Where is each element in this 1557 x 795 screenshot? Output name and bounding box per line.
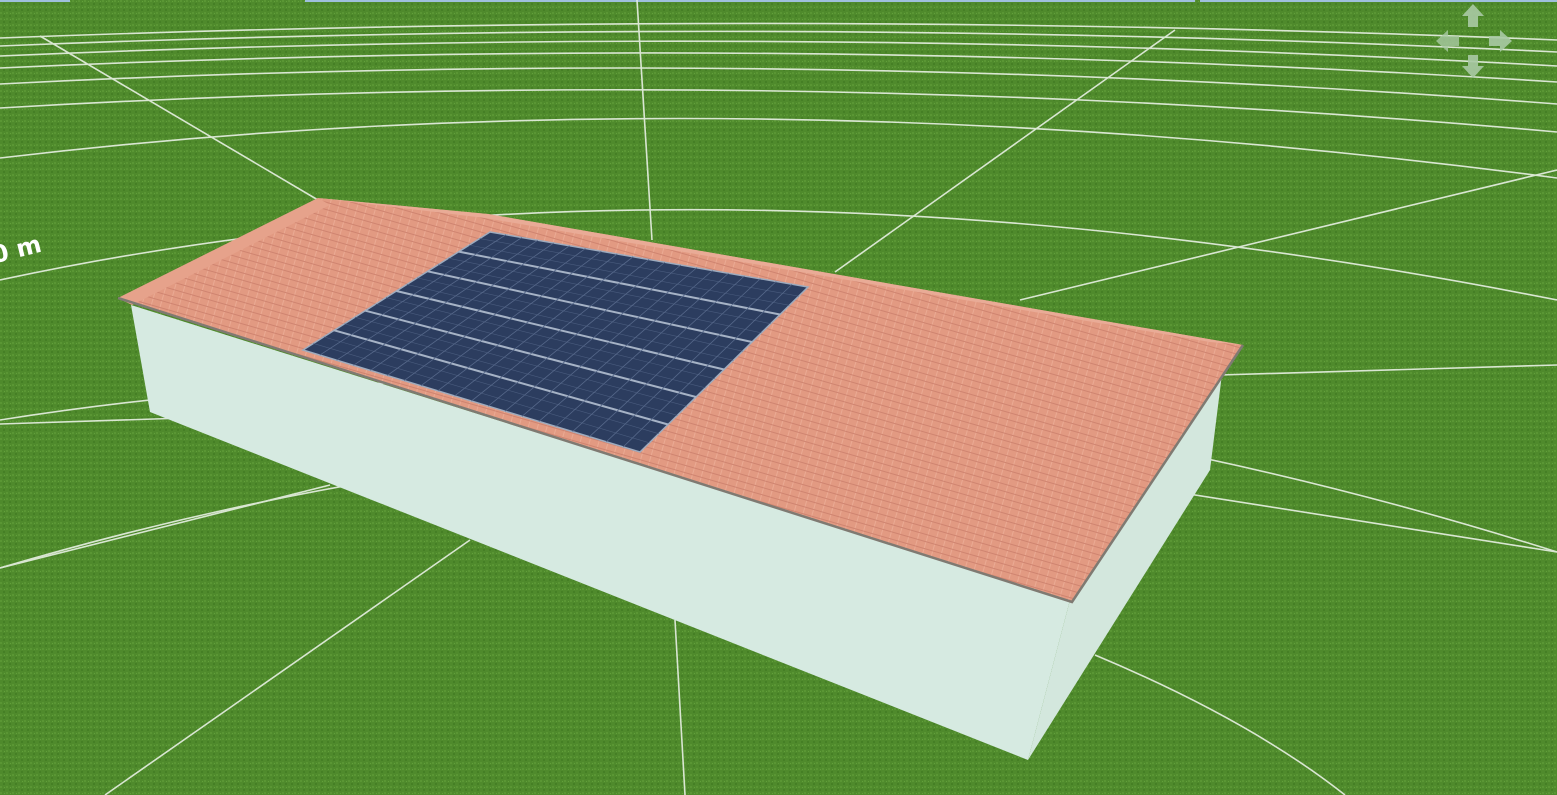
navigation-control[interactable] bbox=[1434, 2, 1514, 80]
3d-viewport[interactable]: 0 m bbox=[0, 0, 1557, 795]
arrow-down-icon[interactable] bbox=[1462, 55, 1484, 78]
sky-strip-left bbox=[0, 0, 70, 2]
sky-strip bbox=[305, 0, 1195, 2]
arrow-left-icon[interactable] bbox=[1436, 30, 1459, 52]
arrow-up-icon[interactable] bbox=[1462, 4, 1484, 27]
arrow-right-icon[interactable] bbox=[1489, 30, 1512, 52]
scene-canvas[interactable]: 0 m bbox=[0, 0, 1557, 795]
